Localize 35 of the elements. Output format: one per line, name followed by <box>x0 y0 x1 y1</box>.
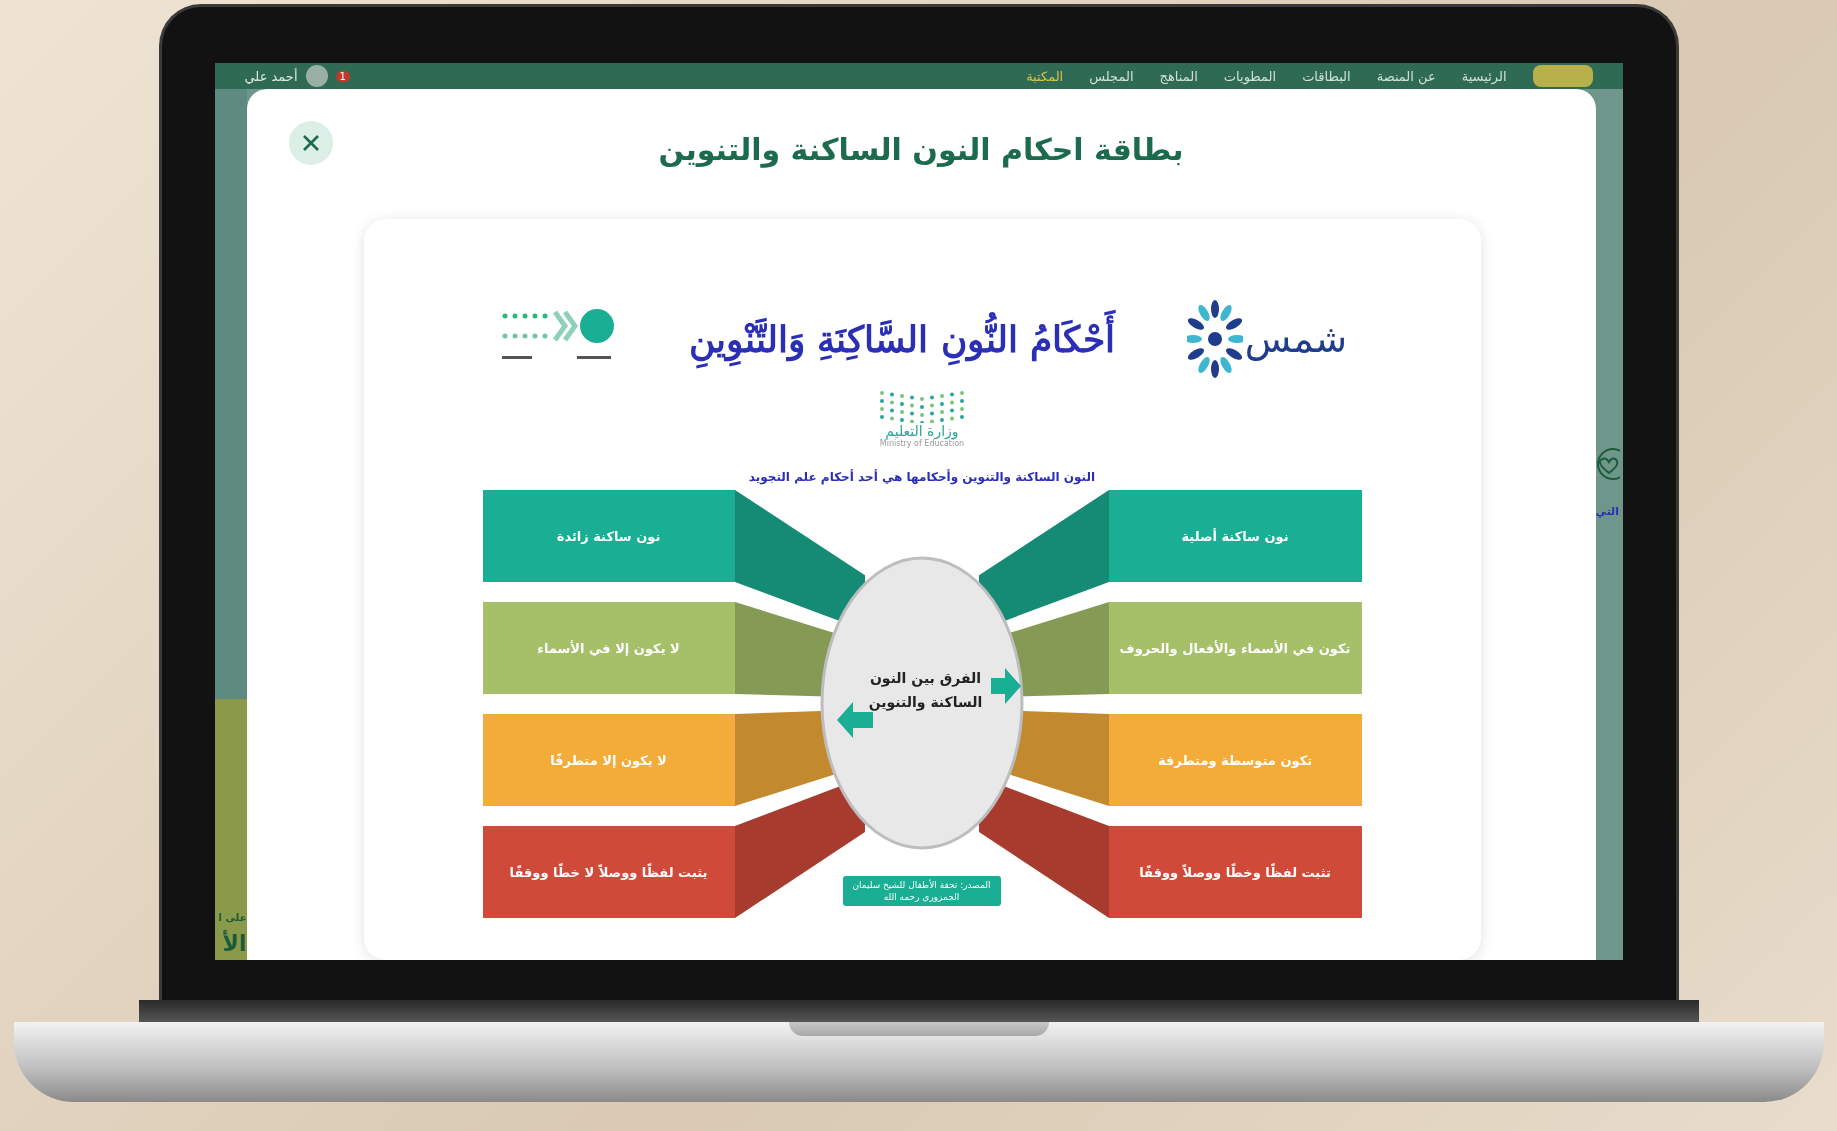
poster-title: أَحْكَامُ النُّونِ السَّاكِنَةِ وَالتَّنْوِينِ <box>682 300 1122 378</box>
close-icon <box>301 134 320 152</box>
nav-link[interactable]: المناهج <box>1159 68 1198 84</box>
rule-panel: لا يكون إلا متطرفًا <box>482 714 735 806</box>
nav-link[interactable]: المكتبة <box>1026 68 1064 84</box>
rule-panel: نون ساكنة أصلية <box>1108 490 1362 582</box>
heart-icon[interactable] <box>1595 447 1620 481</box>
background-text: التي <box>1595 504 1620 520</box>
poster-subtitle: النون الساكنة والتنوين وأحكامها هي أحد أحكام علم التجويد <box>748 470 1096 484</box>
nav-link[interactable]: المطويات <box>1223 68 1277 84</box>
rule-panel: يثبت لفظًا ووصلاً لا خطًا ووقفًا <box>482 826 735 918</box>
ministry-name: وزارة التعليم <box>885 423 959 439</box>
ministry-logo-icon <box>877 389 967 423</box>
user-name[interactable]: أحمد علي <box>244 68 298 84</box>
nav-link[interactable]: البطاقات <box>1302 68 1351 84</box>
modal-title: بطاقة احكام النون الساكنة والتنوين <box>658 131 1184 167</box>
close-button[interactable] <box>288 121 333 165</box>
brand-logo-text: شمس <box>1244 317 1347 361</box>
rule-panel: نون ساكنة زائدة <box>482 490 735 582</box>
nav-link[interactable]: عن المنصة <box>1376 68 1436 84</box>
source-note: المصدر: تحفة الأطفال للشيخ سليمان الجمزوري رحمه الله <box>842 876 1001 906</box>
right-arrow-icon <box>990 668 1021 704</box>
nav-link[interactable]: المجلس <box>1089 68 1134 84</box>
center-label: الفرق بين النون الساكنة والتنوين <box>867 669 984 713</box>
rule-panel: تثبت لفظًا وخطًا ووصلاً ووقفًا <box>1108 826 1362 918</box>
ministry-name-english: Ministry of Education <box>879 439 965 448</box>
background-text: على ا <box>218 911 247 925</box>
rule-panel: لا يكون إلا في الأسماء <box>482 602 735 694</box>
site-logo[interactable] <box>1532 65 1593 87</box>
background-text: الأ <box>222 929 247 958</box>
notification-badge: 1 <box>335 70 350 82</box>
avatar[interactable] <box>305 65 328 87</box>
rule-panel: تكون متوسطة ومتطرفة <box>1108 714 1362 806</box>
nav-link[interactable]: الرئيسية <box>1461 68 1507 84</box>
rule-panel: تكون في الأسماء والأفعال والحروف <box>1108 602 1362 694</box>
